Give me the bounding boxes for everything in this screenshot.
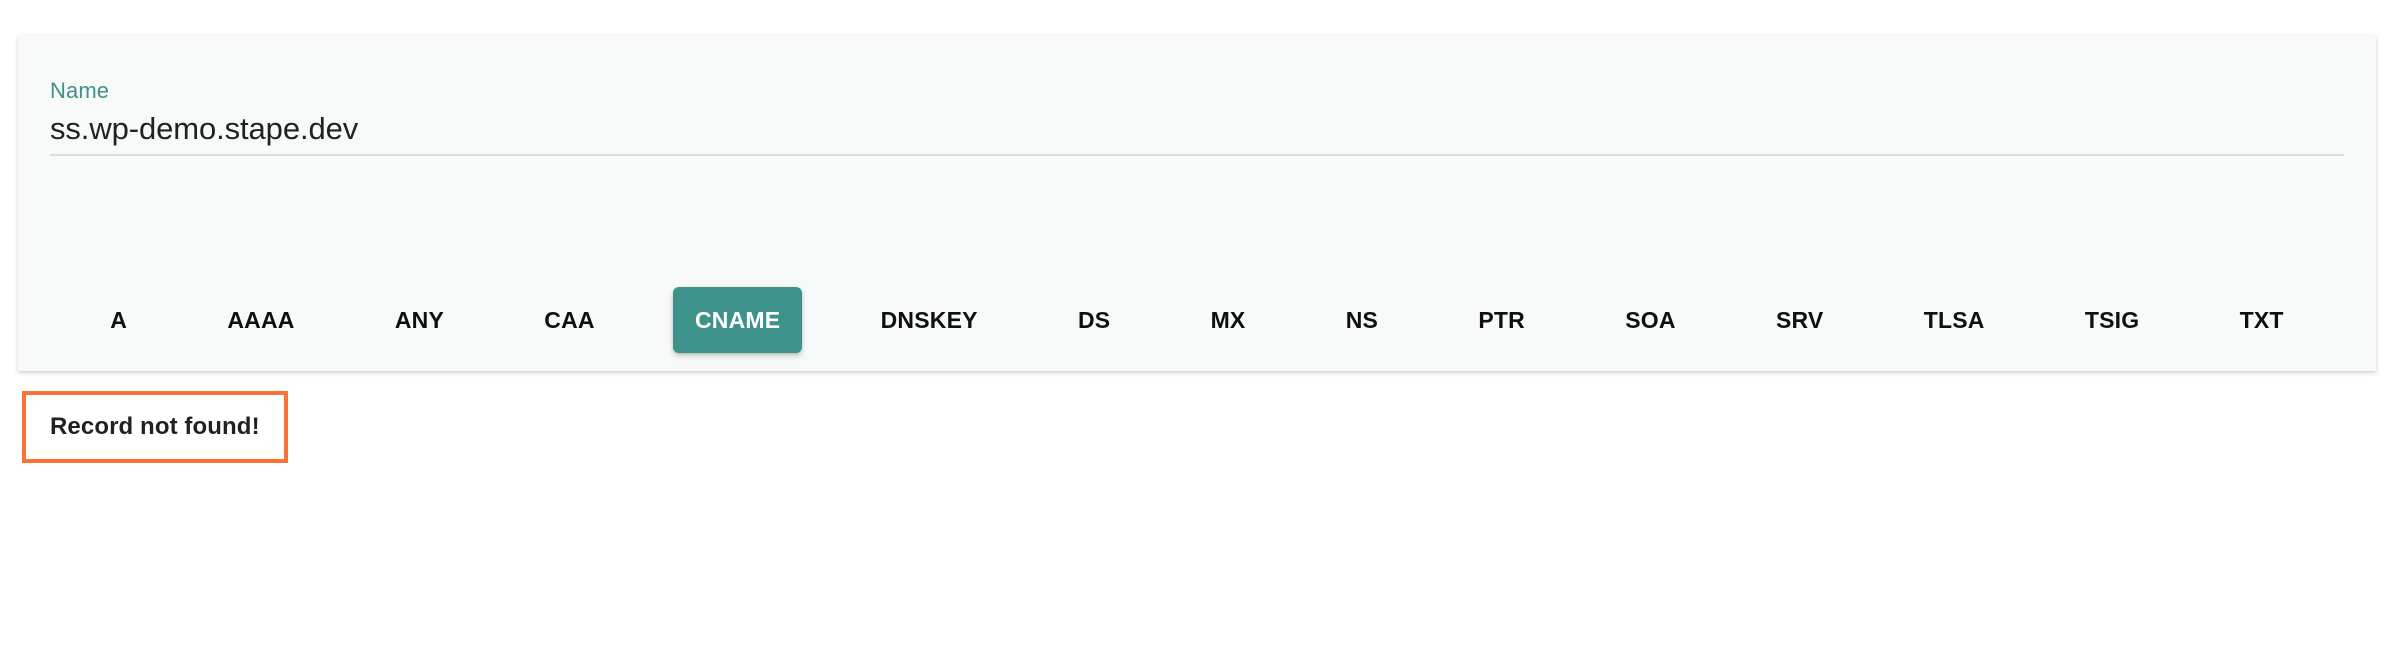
record-type-tab-a[interactable]: A <box>88 287 149 353</box>
record-type-tab-ns[interactable]: NS <box>1324 287 1400 353</box>
record-type-tab-ds[interactable]: DS <box>1056 287 1132 353</box>
record-type-tab-list: A AAAA ANY CAA CNAME DNSKEY DS MX NS PTR… <box>18 268 2376 372</box>
record-type-tab-cname[interactable]: CNAME <box>673 287 803 353</box>
result-alert-message: Record not found! <box>50 413 260 440</box>
record-type-tab-tlsa[interactable]: TLSA <box>1902 287 2007 353</box>
name-input-underline <box>50 110 2344 156</box>
name-field-group: Name <box>50 78 2344 156</box>
record-type-tab-caa[interactable]: CAA <box>522 287 616 353</box>
name-field-label: Name <box>50 78 110 103</box>
name-input[interactable] <box>50 110 2344 148</box>
result-alert: Record not found! <box>22 391 288 463</box>
dns-lookup-card: Name A AAAA ANY CAA CNAME DNSKEY DS MX N… <box>18 35 2376 371</box>
record-type-tab-aaaa[interactable]: AAAA <box>205 287 316 353</box>
record-type-tab-txt[interactable]: TXT <box>2218 287 2306 353</box>
record-type-tab-mx[interactable]: MX <box>1189 287 1268 353</box>
record-type-tab-any[interactable]: ANY <box>373 287 466 353</box>
record-type-tab-tsig[interactable]: TSIG <box>2063 287 2161 353</box>
record-type-tab-srv[interactable]: SRV <box>1754 287 1845 353</box>
record-type-tab-soa[interactable]: SOA <box>1603 287 1697 353</box>
record-type-tab-ptr[interactable]: PTR <box>1456 287 1547 353</box>
record-type-tab-dnskey[interactable]: DNSKEY <box>859 287 1000 353</box>
